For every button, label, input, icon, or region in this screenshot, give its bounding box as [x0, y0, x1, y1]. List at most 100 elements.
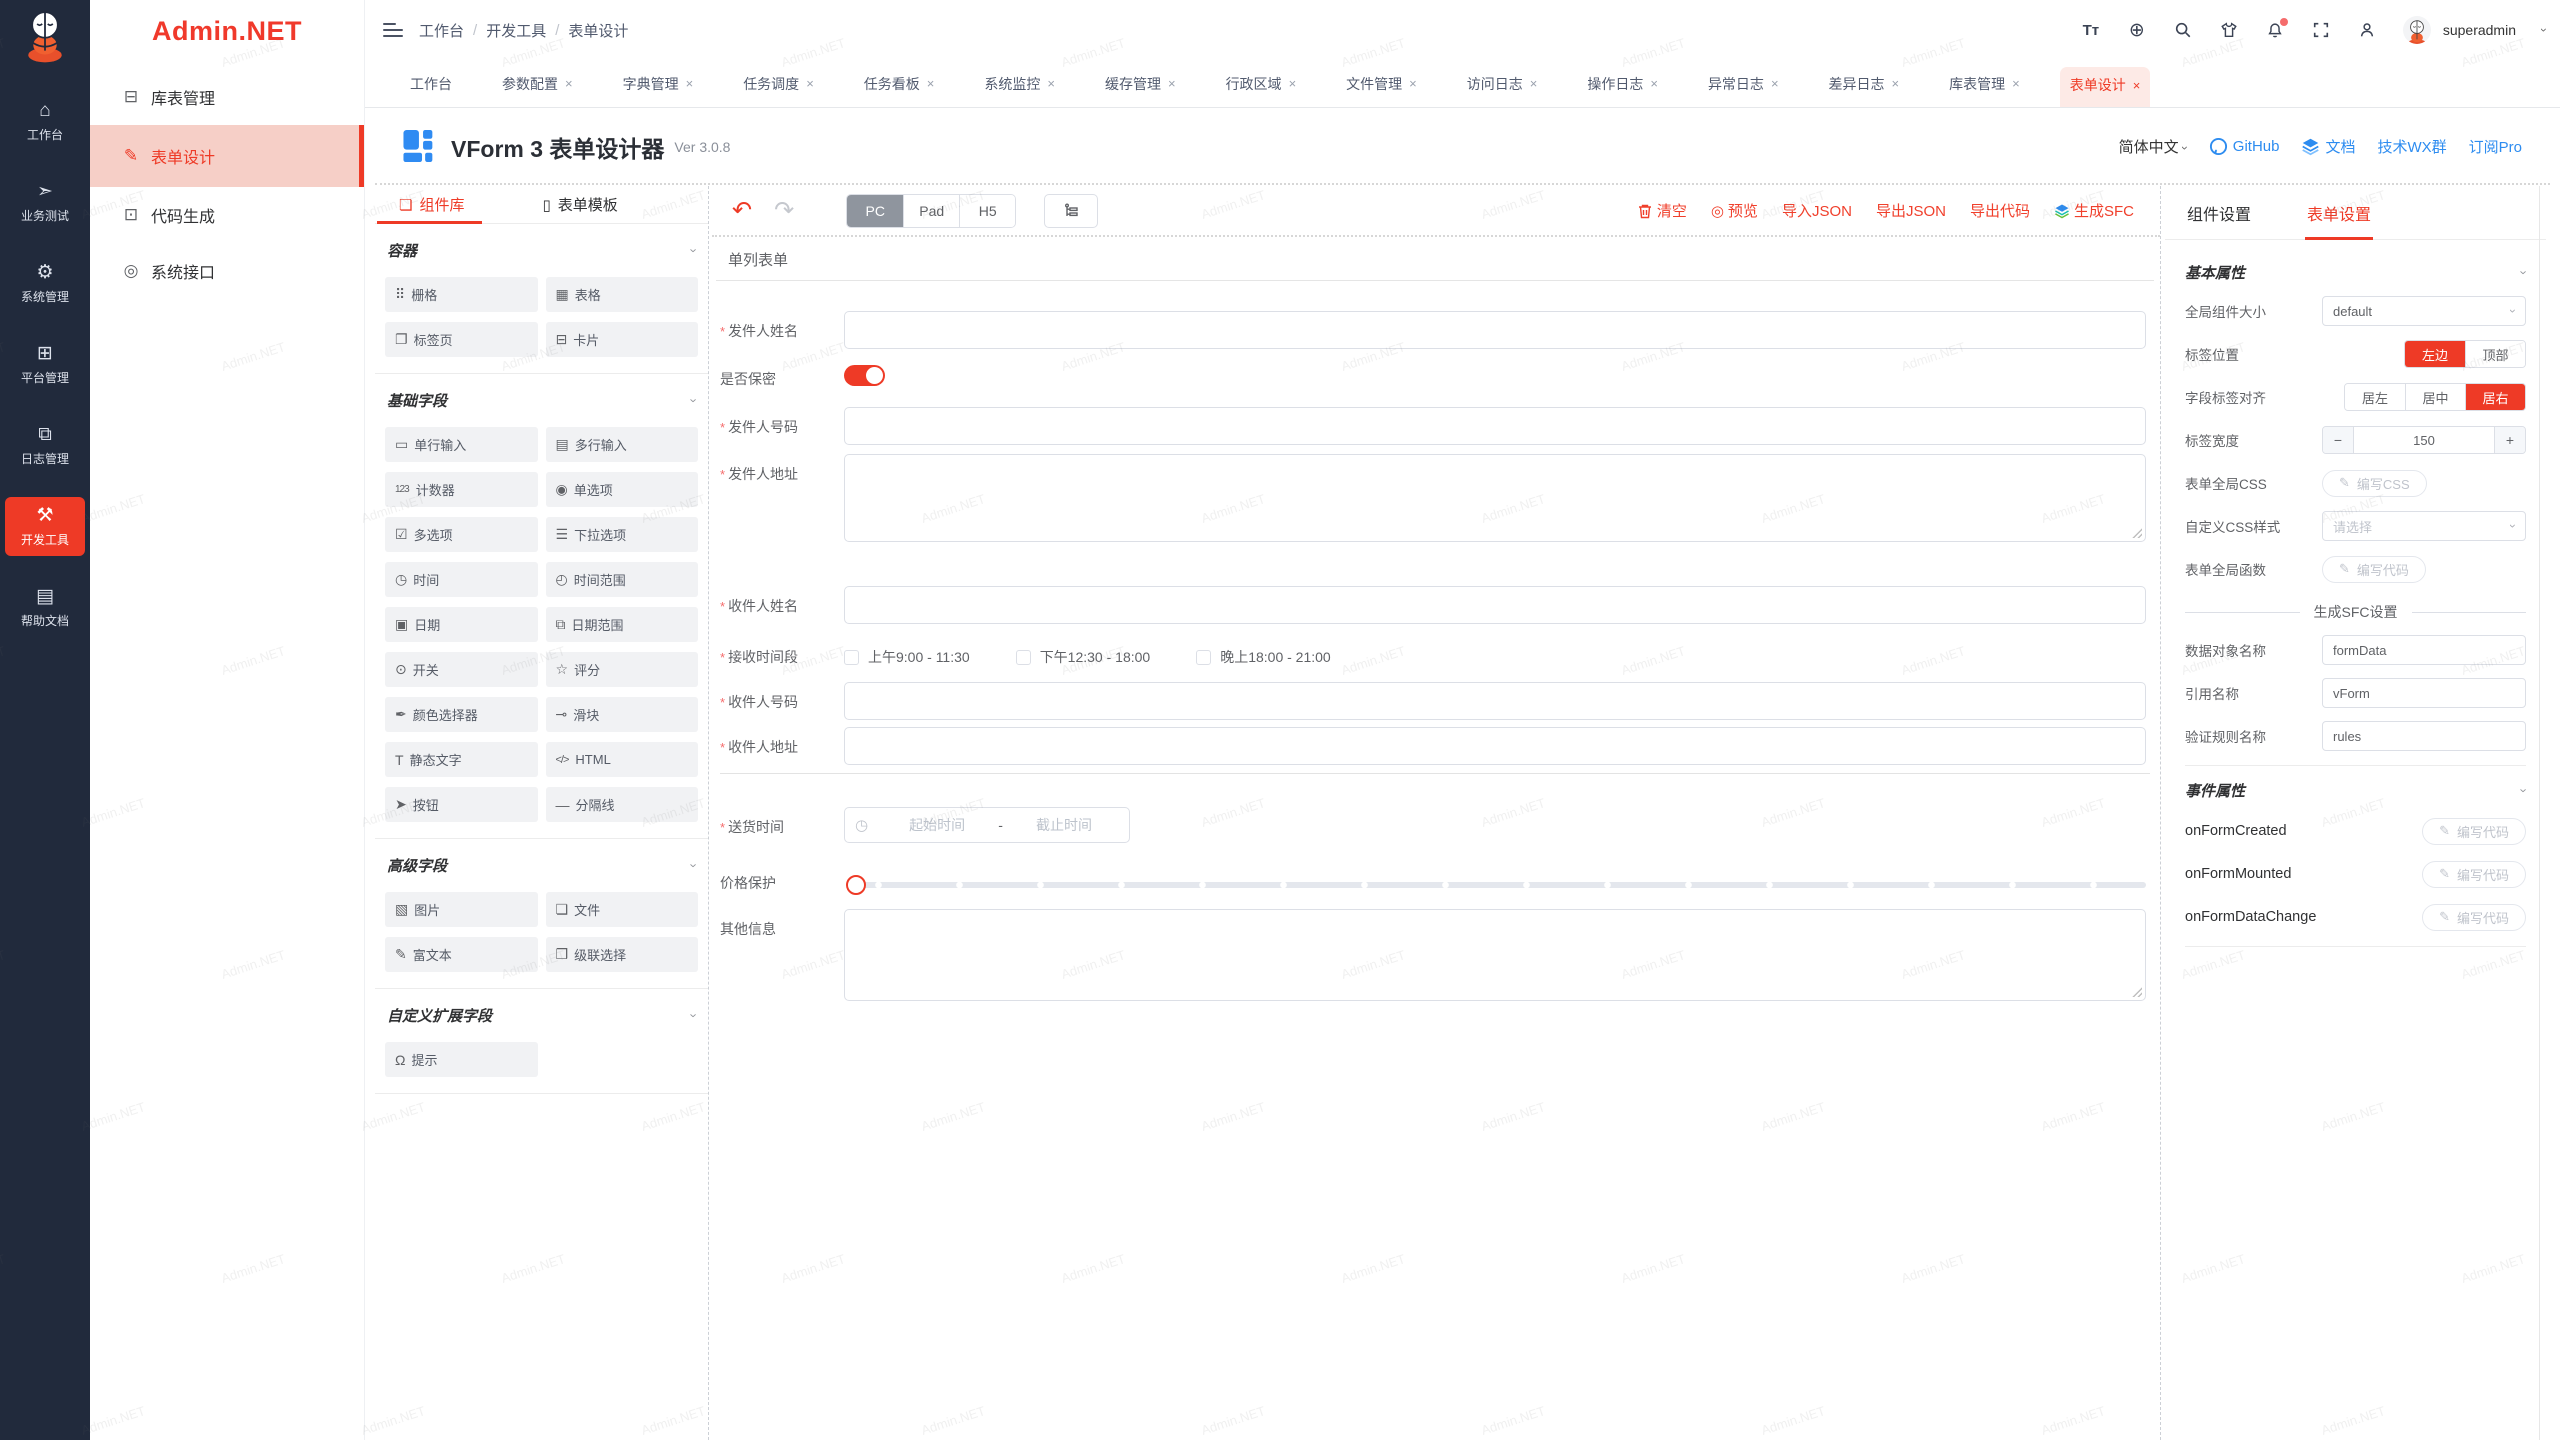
component-item-radio[interactable]: ◉单选项 [546, 472, 699, 507]
sender-phone-input[interactable] [844, 407, 2146, 445]
tab[interactable]: 库表管理× [1939, 66, 2030, 102]
close-tab-icon[interactable]: × [2133, 78, 2141, 93]
close-tab-icon[interactable]: × [1650, 76, 1658, 91]
close-tab-icon[interactable]: × [806, 76, 814, 91]
close-tab-icon[interactable]: × [2012, 76, 2020, 91]
custom-css-select[interactable]: 请选择 › [2322, 511, 2526, 541]
component-item-card[interactable]: ⊟卡片 [546, 322, 699, 357]
write-code-button[interactable]: ✎ 编写代码 [2422, 818, 2526, 845]
field-price-protection[interactable]: 价格保护 [720, 867, 2154, 895]
field-sender-name[interactable]: *发件人姓名 [720, 311, 2154, 349]
tab-form-settings[interactable]: 表单设置 [2305, 186, 2373, 239]
subscribe-pro-link[interactable]: 订阅Pro [2469, 136, 2522, 157]
field-is-secret[interactable]: 是否保密 [720, 365, 2154, 391]
receiver-name-input[interactable] [844, 586, 2146, 624]
field-sender-phone[interactable]: *发件人号码 [720, 407, 2154, 445]
field-delivery-time[interactable]: *送货时间 ◷ 起始时间 - 截止时间 [720, 807, 2154, 843]
tab[interactable]: 系统监控× [974, 66, 1065, 102]
panel-scrollbar[interactable] [2539, 186, 2540, 1440]
close-tab-icon[interactable]: × [565, 76, 573, 91]
language-select[interactable]: 简体中文 › [2119, 136, 2187, 157]
secret-switch[interactable] [844, 365, 885, 386]
component-item-time-range[interactable]: ◴时间范围 [546, 562, 699, 597]
other-info-textarea[interactable] [844, 909, 2146, 1001]
component-item-date[interactable]: ▣日期 [385, 607, 538, 642]
close-tab-icon[interactable]: × [1771, 76, 1779, 91]
component-item-rich-text[interactable]: ✎富文本 [385, 937, 538, 972]
sender-address-textarea[interactable] [844, 454, 2146, 542]
chevron-down-icon[interactable]: › [2537, 28, 2551, 32]
component-item-textarea[interactable]: ▤多行输入 [546, 427, 699, 462]
close-tab-icon[interactable]: × [1047, 76, 1055, 91]
component-item-tabs[interactable]: ❐标签页 [385, 322, 538, 357]
align-right-button[interactable]: 居右 [2465, 384, 2525, 410]
tab[interactable]: 文件管理× [1336, 66, 1427, 102]
component-item-table[interactable]: ▦表格 [546, 277, 699, 312]
tab[interactable]: 异常日志× [1698, 66, 1789, 102]
component-item-alert-tip[interactable]: Ω提示 [385, 1042, 538, 1077]
price-protection-slider[interactable] [844, 875, 2146, 895]
tab-form-templates[interactable]: ▯ 表单模板 [538, 186, 621, 223]
tab[interactable]: 缓存管理× [1095, 66, 1186, 102]
field-receiver-name[interactable]: *收件人姓名 [720, 586, 2154, 624]
component-item-cascader[interactable]: ❒级联选择 [546, 937, 699, 972]
component-item-button[interactable]: ➤按钮 [385, 787, 538, 822]
wx-group-link[interactable]: 技术WX群 [2377, 136, 2446, 157]
component-item-switch[interactable]: ⊙开关 [385, 652, 538, 687]
align-center-button[interactable]: 居中 [2405, 384, 2465, 410]
tab[interactable]: 任务调度× [733, 66, 824, 102]
write-code-button[interactable]: ✎ 编写代码 [2422, 861, 2526, 888]
close-tab-icon[interactable]: × [1409, 76, 1417, 91]
delivery-time-range-picker[interactable]: ◷ 起始时间 - 截止时间 [844, 807, 1130, 843]
checkbox-evening[interactable]: 晚上18:00 - 21:00 [1196, 647, 1331, 667]
form-canvas[interactable]: 单列表单 *发件人姓名 是否保密 *发件人号码 *发件人地址 *收件人姓名 [712, 237, 2160, 1440]
undo-icon[interactable]: ↶ [732, 199, 752, 223]
component-item-input[interactable]: ▭单行输入 [385, 427, 538, 462]
label-position-top-button[interactable]: 顶部 [2465, 341, 2525, 367]
write-css-button[interactable]: ✎ 编写CSS [2322, 470, 2427, 497]
close-tab-icon[interactable]: × [1289, 76, 1297, 91]
component-item-slider[interactable]: ⊸滑块 [546, 697, 699, 732]
tab-widget-settings[interactable]: 组件设置 [2185, 186, 2253, 239]
fullscreen-icon[interactable] [2311, 20, 2331, 40]
notifications-bell-icon[interactable] [2265, 20, 2285, 40]
language-icon[interactable]: ⊕ [2127, 20, 2147, 40]
chevron-down-icon[interactable]: › [686, 398, 701, 402]
component-item-time[interactable]: ◷时间 [385, 562, 538, 597]
sender-name-input[interactable] [844, 311, 2146, 349]
rail-item-dev-tools[interactable]: ⚒ 开发工具 [5, 497, 85, 556]
label-width-value[interactable]: 150 [2353, 427, 2495, 453]
chevron-down-icon[interactable]: › [2516, 270, 2531, 274]
redo-icon[interactable]: ↷ [774, 199, 794, 223]
global-size-select[interactable]: default › [2322, 296, 2526, 326]
label-position-left-button[interactable]: 左边 [2405, 341, 2465, 367]
component-item-static-text[interactable]: T静态文字 [385, 742, 538, 777]
rail-item-help-docs[interactable]: ▤ 帮助文档 [5, 578, 85, 637]
close-tab-icon[interactable]: × [1168, 76, 1176, 91]
tab[interactable]: 参数配置× [492, 66, 583, 102]
tab-component-library[interactable]: ❏ 组件库 [377, 186, 482, 223]
profile-icon[interactable] [2357, 20, 2377, 40]
write-code-button[interactable]: ✎ 编写代码 [2422, 904, 2526, 931]
rail-item-platform[interactable]: ⊞ 平台管理 [5, 335, 85, 394]
component-item-counter[interactable]: 123计数器 [385, 472, 538, 507]
export-code-button[interactable]: 导出代码 [1970, 200, 2030, 221]
component-item-select[interactable]: ☰下拉选项 [546, 517, 699, 552]
rail-item-logs[interactable]: ⧉ 日志管理 [5, 416, 85, 475]
github-link[interactable]: GitHub [2209, 137, 2280, 156]
avatar[interactable] [2403, 16, 2431, 44]
component-item-rate[interactable]: ☆评分 [546, 652, 699, 687]
checkbox-morning[interactable]: 上午9:00 - 11:30 [844, 647, 970, 667]
component-item-divider[interactable]: —分隔线 [546, 787, 699, 822]
field-receiver-address[interactable]: *收件人地址 [720, 727, 2154, 765]
tab[interactable]: 操作日志× [1577, 66, 1668, 102]
docs-link[interactable]: 文档 [2301, 136, 2355, 157]
clear-button[interactable]: 清空 [1637, 200, 1687, 221]
export-json-button[interactable]: 导出JSON [1876, 200, 1946, 221]
collapse-menu-icon[interactable] [383, 19, 403, 41]
device-pc-button[interactable]: PC [847, 195, 903, 227]
tab[interactable]: 行政区域× [1216, 66, 1307, 102]
component-item-file[interactable]: ❏文件 [546, 892, 699, 927]
sidebar-item-form-design[interactable]: ✎ 表单设计 [90, 125, 364, 187]
data-object-name-input[interactable] [2322, 635, 2526, 665]
